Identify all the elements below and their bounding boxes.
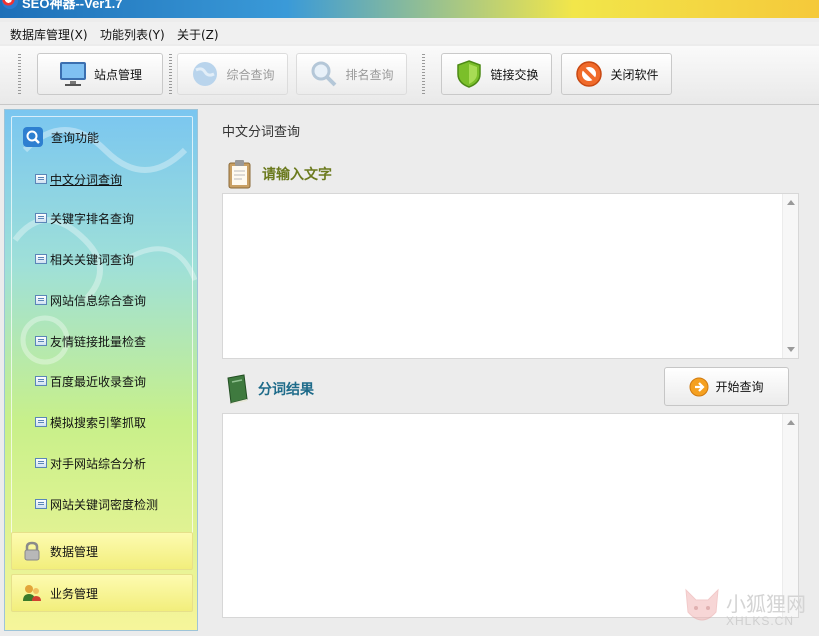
rank-query-label: 排名查询 <box>345 67 394 82</box>
sidebar-item-related-keywords[interactable]: 相关关键词查询 <box>35 250 134 268</box>
clipboard-icon <box>228 160 251 189</box>
arrow-right-icon <box>689 377 709 396</box>
toolbar-grip[interactable] <box>18 54 21 96</box>
window-title: SEO神器--Ver1.7 <box>22 0 123 11</box>
book-icon <box>227 374 248 404</box>
start-query-button[interactable]: 开始查询 <box>664 367 789 406</box>
result-section-heading: 分词结果 <box>224 374 314 404</box>
business-manage-label: 业务管理 <box>50 586 99 601</box>
sidebar-item-friend-links[interactable]: 友情链接批量检查 <box>35 332 146 350</box>
sidebar-item-baidu-index[interactable]: 百度最近收录查询 <box>35 372 146 390</box>
input-scrollbar[interactable] <box>782 194 798 358</box>
menu-bar: 数据库管理(X) 功能列表(Y) 关于(Z) <box>0 22 819 44</box>
sidebar-item-crawler-sim[interactable]: 模拟搜索引擎抓取 <box>35 413 146 431</box>
input-heading-label: 请输入文字 <box>262 167 332 183</box>
sidebar: 查询功能 中文分词查询 关键字排名查询 相关关键词查询 网站信息综合查询 友情链… <box>4 109 198 631</box>
query-function-label: 查询功能 <box>51 130 100 145</box>
input-section-heading: 请输入文字 <box>226 159 332 189</box>
result-heading-label: 分词结果 <box>258 382 314 398</box>
combined-query-button[interactable]: 综合查询 <box>177 53 288 95</box>
rank-query-button[interactable]: 排名查询 <box>296 53 407 95</box>
list-icon <box>35 417 47 427</box>
link-exchange-button[interactable]: 链接交换 <box>441 53 552 95</box>
title-bar: SEO神器--Ver1.7 <box>0 0 819 18</box>
sidebar-item-label: 百度最近收录查询 <box>50 374 147 389</box>
globe-icon <box>193 62 218 86</box>
prohibit-icon <box>576 61 603 87</box>
sidebar-item-label: 中文分词查询 <box>50 172 123 187</box>
watermark-subtext: XHLKS.CN <box>726 614 795 628</box>
list-icon <box>35 499 47 509</box>
menu-about[interactable]: 关于(Z) <box>177 26 219 43</box>
query-function-header[interactable]: 查询功能 <box>13 118 193 156</box>
list-icon <box>35 174 47 184</box>
menu-functions[interactable]: 功能列表(Y) <box>100 26 165 43</box>
list-icon <box>35 458 47 468</box>
list-icon <box>35 376 47 386</box>
toolbar: 站点管理 综合查询 排名查询 链接交换 关闭软件 <box>0 46 819 105</box>
magnifier-icon <box>311 61 337 87</box>
sidebar-item-keyword-rank[interactable]: 关键字排名查询 <box>35 209 134 227</box>
lock-icon <box>24 541 40 561</box>
list-icon <box>35 336 47 346</box>
watermark-text: 小狐狸网 <box>726 592 806 616</box>
scroll-up-arrow-icon[interactable] <box>787 200 795 205</box>
app-logo-icon <box>2 0 18 9</box>
list-icon <box>35 254 47 264</box>
input-textarea[interactable] <box>222 193 799 359</box>
sidebar-item-label: 网站关键词密度检测 <box>50 497 159 512</box>
sidebar-item-label: 相关关键词查询 <box>50 252 135 267</box>
data-manage-label: 数据管理 <box>50 544 99 559</box>
site-manage-button[interactable]: 站点管理 <box>37 53 163 95</box>
monitor-icon <box>59 62 86 86</box>
toolbar-grip-3[interactable] <box>422 54 425 96</box>
sidebar-item-site-info[interactable]: 网站信息综合查询 <box>35 291 146 309</box>
close-software-label: 关闭软件 <box>610 67 659 82</box>
page-title: 中文分词查询 <box>222 125 301 140</box>
data-manage-section[interactable]: 数据管理 <box>11 532 193 570</box>
scroll-up-arrow-icon[interactable] <box>787 420 795 425</box>
sidebar-item-label: 关键字排名查询 <box>50 211 135 226</box>
sidebar-item-keyword-density[interactable]: 网站关键词密度检测 <box>35 495 158 513</box>
list-icon <box>35 295 47 305</box>
link-exchange-label: 链接交换 <box>490 67 539 82</box>
toolbar-grip-2[interactable] <box>169 54 172 96</box>
sidebar-item-label: 对手网站综合分析 <box>50 456 147 471</box>
sidebar-item-label: 网站信息综合查询 <box>50 293 147 308</box>
combined-query-label: 综合查询 <box>226 67 275 82</box>
start-query-label: 开始查询 <box>715 380 764 394</box>
sidebar-item-label: 友情链接批量检查 <box>50 334 147 349</box>
sidebar-item-competitor-analysis[interactable]: 对手网站综合分析 <box>35 454 146 472</box>
shield-icon <box>457 60 482 88</box>
users-icon <box>23 585 41 601</box>
scroll-down-arrow-icon[interactable] <box>787 347 795 352</box>
list-icon <box>35 213 47 223</box>
site-manage-label: 站点管理 <box>93 67 142 82</box>
watermark: 小狐狸网 XHLKS.CN <box>680 586 816 634</box>
business-manage-section[interactable]: 业务管理 <box>11 574 193 612</box>
sidebar-item-chinese-segmentation[interactable]: 中文分词查询 <box>35 170 122 188</box>
sidebar-item-label: 模拟搜索引擎抓取 <box>50 415 147 430</box>
close-software-button[interactable]: 关闭软件 <box>561 53 672 95</box>
search-icon <box>23 127 43 147</box>
fox-logo-icon <box>685 588 719 621</box>
menu-database[interactable]: 数据库管理(X) <box>10 26 88 43</box>
